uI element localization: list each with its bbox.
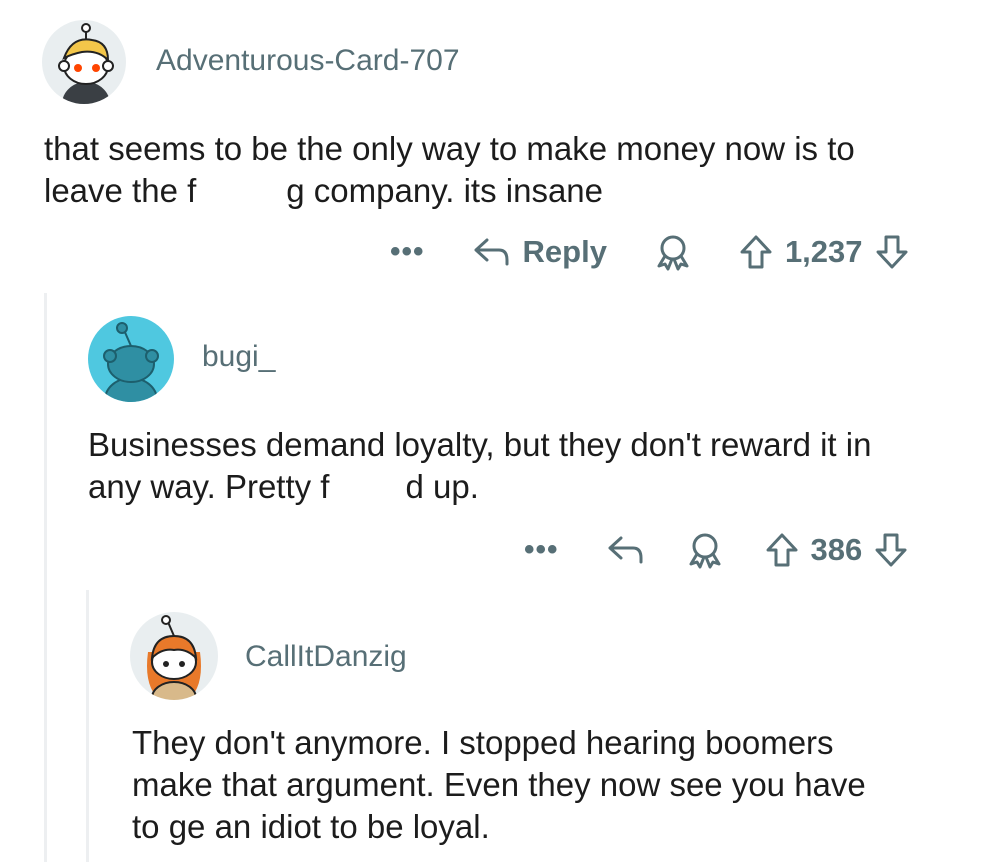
comment-actions: ••• 386 <box>524 526 908 574</box>
user-avatar[interactable] <box>88 316 174 402</box>
comment-username[interactable]: CallItDanzig <box>245 640 407 674</box>
comment-text-part: any way. Pretty f <box>88 468 330 505</box>
award-icon <box>657 235 689 271</box>
snoo-avatar-default-teal-icon <box>103 322 159 402</box>
downvote-arrow-icon <box>876 235 908 269</box>
upvote-button[interactable] <box>765 532 799 568</box>
thread-line-level-1[interactable] <box>44 293 47 862</box>
downvote-button[interactable] <box>875 234 909 270</box>
reply-label: Reply <box>522 234 607 269</box>
comment-actions: ••• Reply 1,237 <box>390 228 909 276</box>
comment-line: that seems to be the only way to make mo… <box>44 130 855 167</box>
comment-line: They don't anymore. I stopped hearing bo… <box>132 724 834 761</box>
reply-button[interactable]: Reply <box>473 234 607 270</box>
comment-text-part: g company. its insane <box>286 172 604 209</box>
more-options-button[interactable]: ••• <box>390 237 425 267</box>
award-button[interactable] <box>653 233 693 271</box>
upvote-arrow-icon <box>740 235 772 269</box>
downvote-button[interactable] <box>874 532 908 568</box>
snoo-avatar-blonde-icon <box>58 23 114 104</box>
comment-body: Businesses demand loyalty, but they don'… <box>88 424 871 508</box>
award-icon <box>689 533 721 569</box>
reply-arrow-icon <box>474 238 509 266</box>
comment-line: any way. Pretty f d up. <box>88 466 871 508</box>
upvote-button[interactable] <box>739 234 773 270</box>
vote-count: 1,237 <box>784 234 863 269</box>
user-avatar[interactable] <box>130 612 218 700</box>
comment-line: leave the f g company. its insane <box>44 170 855 212</box>
reply-arrow-icon <box>608 536 643 564</box>
downvote-arrow-icon <box>875 533 907 567</box>
comment-text-part: d up. <box>405 468 479 505</box>
vote-count: 386 <box>810 532 863 567</box>
comment-username[interactable]: Adventurous-Card-707 <box>156 44 460 78</box>
thread-line-level-2[interactable] <box>86 590 89 862</box>
comment-text-part: leave the f <box>44 172 197 209</box>
award-button[interactable] <box>685 531 725 569</box>
comment-body: that seems to be the only way to make mo… <box>44 128 855 212</box>
comment-line: Businesses demand loyalty, but they don'… <box>88 426 872 463</box>
reply-button[interactable] <box>607 534 645 566</box>
upvote-arrow-icon <box>766 533 798 567</box>
comment-line: to ge an idiot to be loyal. <box>132 808 490 845</box>
comment-body: They don't anymore. I stopped hearing bo… <box>132 722 866 848</box>
user-avatar[interactable] <box>42 20 126 104</box>
snoo-avatar-redhead-icon <box>147 615 201 700</box>
comment-line: make that argument. Even they now see yo… <box>132 766 866 803</box>
comment-username[interactable]: bugi_ <box>202 340 275 374</box>
more-options-button[interactable]: ••• <box>524 535 559 565</box>
